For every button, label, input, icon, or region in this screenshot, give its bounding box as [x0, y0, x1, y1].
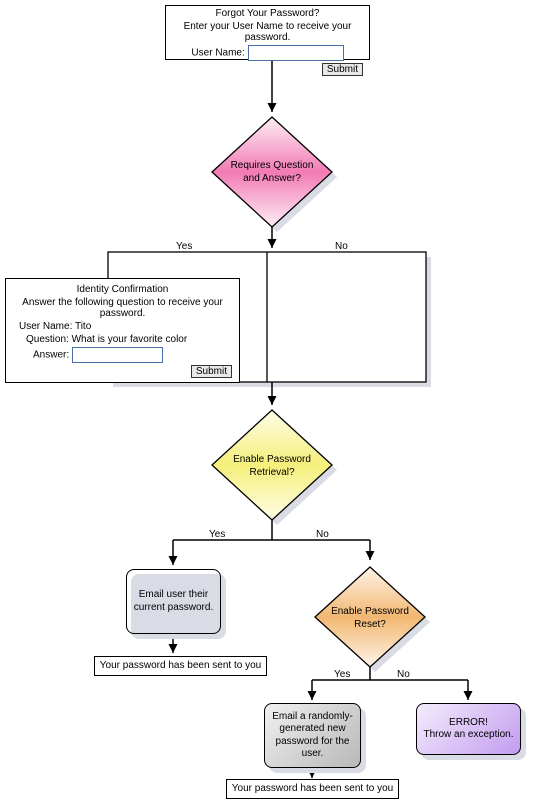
username-input[interactable]	[248, 45, 344, 61]
form2-instruction: Answer the following question to receive…	[9, 297, 236, 319]
forgot-password-form: Forgot Your Password? Enter your User Na…	[165, 5, 370, 60]
form2-submit-button[interactable]: Submit	[191, 365, 232, 378]
proc-email-random-password: Email a randomly-generated newpassword f…	[264, 703, 361, 768]
form2-answer-label: Answer:	[33, 350, 69, 361]
identity-confirmation-form: Identity Confirmation Answer the followi…	[5, 278, 240, 383]
form1-submit-button[interactable]: Submit	[322, 63, 363, 76]
form2-title: Identity Confirmation	[9, 284, 236, 295]
edge3-yes: Yes	[334, 669, 350, 680]
form1-title: Forgot Your Password?	[166, 8, 369, 19]
form2-username-label: User Name:	[19, 321, 72, 332]
decision-requires-qa: Requires Questionand Answer?	[226, 160, 318, 185]
decision-enable-reset: Enable PasswordReset?	[324, 606, 416, 631]
decision-enable-retrieval: Enable PasswordRetrieval?	[226, 454, 318, 479]
form2-question-value: What is your favorite color	[72, 334, 188, 345]
form2-question-label: Question:	[26, 334, 69, 345]
proc-error: ERROR!Throw an exception.	[416, 703, 521, 755]
edge2-no: No	[316, 529, 329, 540]
answer-input[interactable]	[72, 347, 163, 363]
form2-username-value: Tito	[75, 321, 91, 332]
edge2-yes: Yes	[209, 529, 225, 540]
username-label: User Name:	[191, 48, 244, 59]
edge3-no: No	[397, 669, 410, 680]
msg-password-sent-2: Your password has been sent to you	[226, 779, 399, 799]
msg-password-sent-1: Your password has been sent to you	[94, 656, 267, 676]
form1-instruction: Enter your User Name to receive your pas…	[166, 21, 369, 43]
edge1-yes: Yes	[176, 241, 192, 252]
proc-email-current-password: Email user theircurrent password.	[126, 569, 221, 634]
edge1-no: No	[335, 241, 348, 252]
